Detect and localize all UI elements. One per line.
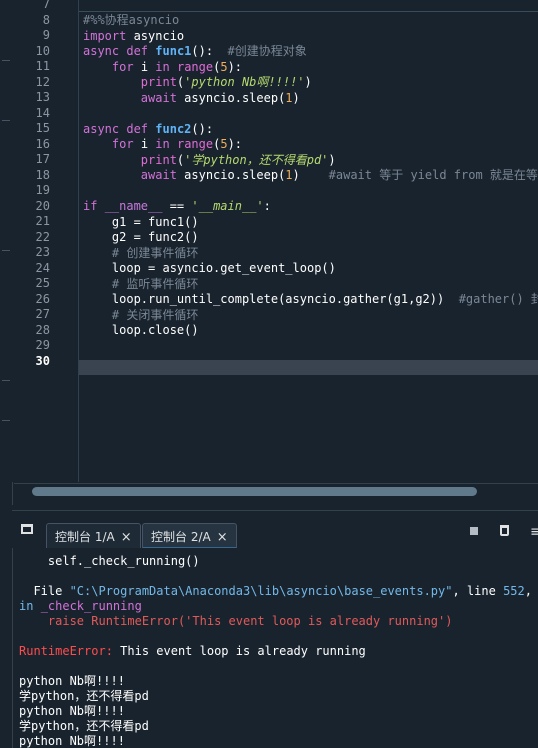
- line-number: 24: [35, 260, 50, 275]
- line-number: 16: [35, 136, 50, 151]
- line-number: 10: [35, 43, 50, 58]
- line-number: 11: [35, 59, 50, 73]
- tab-console-1[interactable]: 控制台 1/A ×: [46, 523, 141, 549]
- code-line: for i in range(5):: [111, 137, 243, 151]
- code-line: import asyncio: [83, 28, 185, 43]
- line-number: 7: [42, 0, 50, 11]
- console-line: self._check_running(): [19, 554, 200, 568]
- console-line: python Nb啊!!!!: [19, 674, 125, 688]
- line-number: 9: [42, 28, 50, 42]
- console-line: raise RuntimeError('This event loop is a…: [19, 614, 453, 628]
- line-number: 8: [42, 12, 50, 27]
- strip-marker: [2, 60, 10, 61]
- stop-icon[interactable]: [470, 527, 478, 535]
- console-line: RuntimeError: This event loop is already…: [19, 644, 366, 658]
- code-line: async def func2():: [83, 121, 214, 136]
- line-number: 29: [35, 338, 50, 352]
- line-number: 14: [35, 105, 50, 120]
- code-line: async def func1(): #创建协程对象: [83, 44, 307, 58]
- line-number: 21: [35, 214, 50, 228]
- close-icon[interactable]: ×: [217, 530, 228, 545]
- close-icon[interactable]: ×: [121, 530, 132, 545]
- scrollbar-thumb[interactable]: [32, 487, 477, 496]
- line-number: 22: [35, 229, 50, 244]
- console-output[interactable]: self._check_running() File "C:\ProgramDa…: [12, 548, 538, 748]
- code-line: await asyncio.sleep(1): [140, 90, 300, 105]
- line-number: 12: [35, 74, 50, 89]
- code-line: g1 = func1(): [83, 214, 199, 229]
- console-tab-bar: 控制台 1/A × 控制台 2/A × ≡: [12, 510, 538, 549]
- code-line: # 创建事件循环: [111, 245, 199, 260]
- console-line: 学python，还不得看pd: [19, 719, 149, 733]
- code-line: # 监听事件循环: [111, 276, 199, 291]
- console-line: python Nb啊!!!!: [19, 704, 125, 718]
- line-number: 26: [35, 291, 50, 306]
- console-line: File "C:\ProgramData\Anaconda3\lib\async…: [19, 584, 532, 598]
- tab-label: 控制台 1/A: [55, 530, 115, 544]
- code-line: print('学python，还不得看pd'): [140, 152, 336, 167]
- code-line: g2 = func2(): [83, 230, 199, 244]
- console-line: 学python，还不得看pd: [19, 689, 149, 703]
- code-area[interactable]: #%%协程asyncio import asyncio async def func…: [79, 0, 538, 482]
- line-number: 15: [35, 121, 50, 135]
- code-line: #%%协程asyncio: [83, 13, 180, 27]
- line-number: 13: [35, 90, 50, 104]
- strip-marker: [2, 380, 10, 381]
- code-editor[interactable]: 7 8 9 10 11 12 13 14 15 16 17 18 19 20 21 22 23 24 25 26 27 2…: [0, 0, 538, 505]
- line-number: 20: [35, 198, 50, 213]
- code-line: if __name__ == '__main__':: [83, 199, 271, 213]
- line-number: 30: [35, 353, 50, 368]
- pane-options-icon[interactable]: [21, 524, 33, 534]
- code-line: # 关闭事件循环: [111, 307, 199, 322]
- horizontal-scrollbar[interactable]: [14, 483, 538, 500]
- options-menu-icon[interactable]: ≡: [530, 524, 538, 540]
- tab-label: 控制台 2/A: [151, 530, 211, 544]
- line-number: 25: [35, 276, 50, 290]
- tab-console-2[interactable]: 控制台 2/A ×: [142, 523, 237, 549]
- code-line: await asyncio.sleep(1) #await 等于 yield f…: [140, 168, 538, 182]
- line-number-gutter: 7 8 9 10 11 12 13 14 15 16 17 18 19 20 21 22 23 24 25 26 27 2…: [12, 0, 79, 482]
- code-line: print('python Nb啊!!!!'): [140, 75, 312, 89]
- line-number: 17: [35, 152, 50, 166]
- line-number: 28: [35, 322, 50, 337]
- code-line: loop.run_until_complete(asyncio.gather(g…: [83, 292, 538, 306]
- line-number: 19: [35, 183, 50, 197]
- clear-console-icon[interactable]: [500, 525, 509, 536]
- strip-marker: [2, 120, 10, 121]
- console-line: python Nb啊!!!!: [19, 734, 125, 748]
- fold-separator: [79, 11, 538, 12]
- line-number: 27: [35, 307, 50, 321]
- line-number: 23: [35, 245, 50, 259]
- strip-marker: [2, 250, 10, 251]
- code-line: loop = asyncio.get_event_loop(): [83, 261, 336, 275]
- strip-marker: [2, 420, 10, 421]
- current-line-highlight: [79, 360, 538, 375]
- console-line: in _check_running: [19, 599, 142, 613]
- code-line: loop.close(): [83, 323, 199, 337]
- line-number: 18: [35, 167, 50, 182]
- code-line: for i in range(5):: [111, 59, 243, 74]
